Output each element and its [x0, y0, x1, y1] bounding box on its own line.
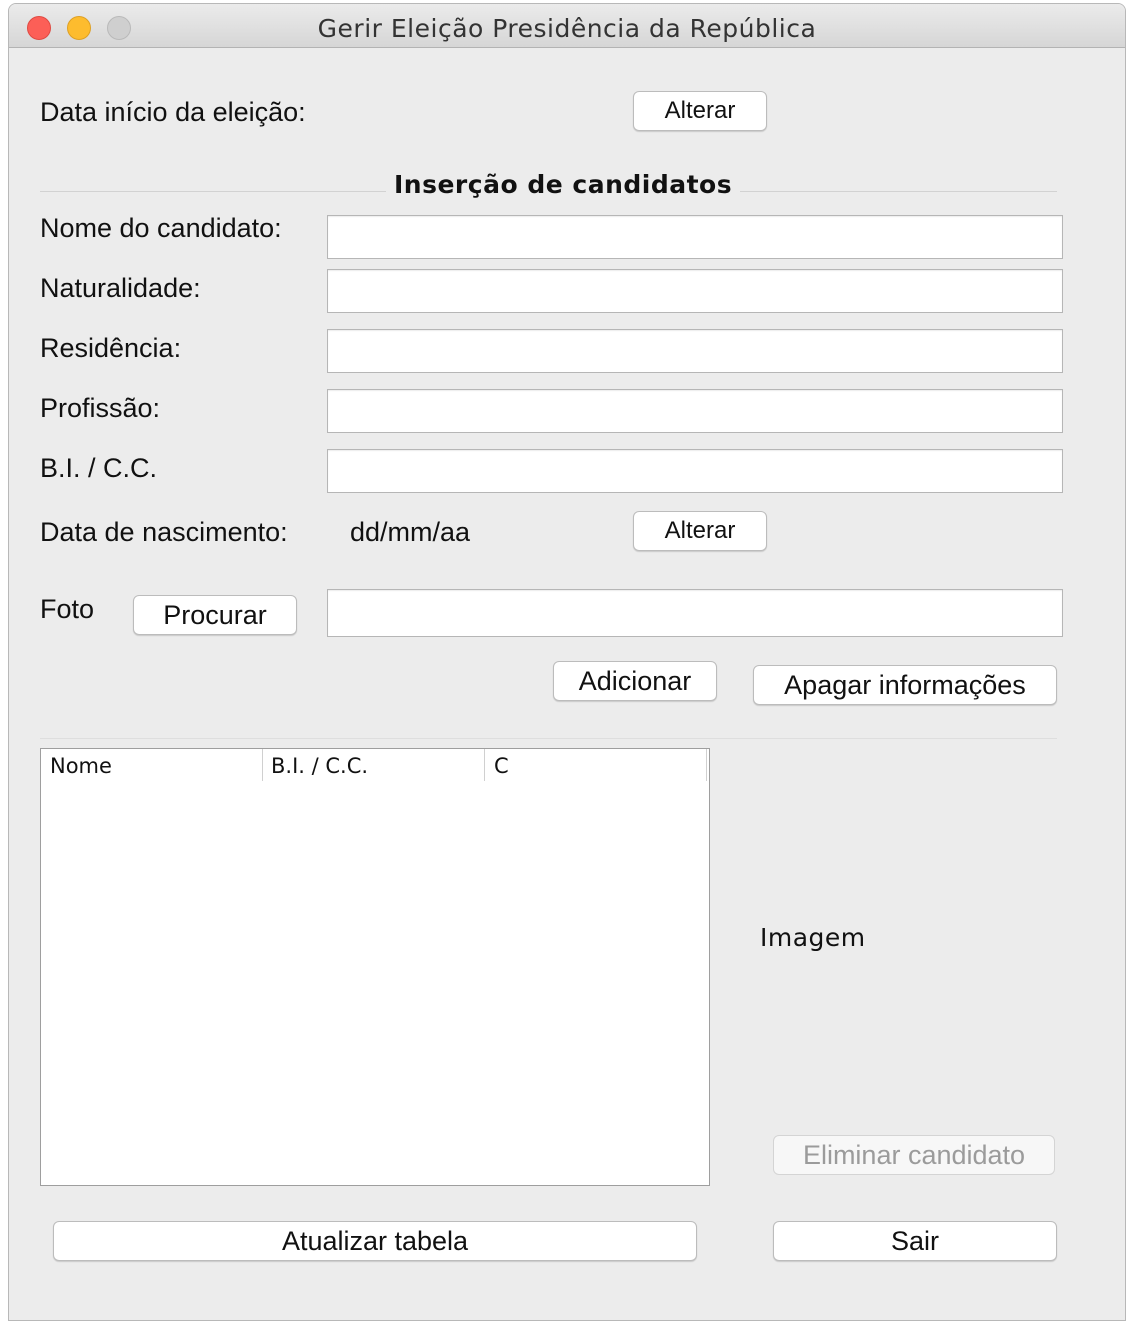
browse-photo-button[interactable]: Procurar [133, 595, 297, 635]
refresh-table-button[interactable]: Atualizar tabela [53, 1221, 697, 1261]
residence-input[interactable] [327, 329, 1063, 373]
profession-input[interactable] [327, 389, 1063, 433]
form-separator [40, 738, 1057, 739]
image-placeholder: Imagem [760, 923, 866, 952]
profession-label: Profissão: [40, 393, 161, 423]
residence-label: Residência: [40, 333, 182, 363]
section-title: Inserção de candidatos [386, 170, 741, 199]
photo-path-input[interactable] [327, 589, 1063, 637]
change-birthdate-button[interactable]: Alterar [633, 511, 767, 551]
election-start-label: Data início da eleição: [40, 97, 306, 127]
window-title: Gerir Eleição Presidência da República [317, 14, 817, 43]
clear-info-button[interactable]: Apagar informações [753, 665, 1057, 705]
title-bar: Gerir Eleição Presidência da República [9, 4, 1125, 48]
candidate-name-input[interactable] [327, 215, 1063, 259]
birthplace-label: Naturalidade: [40, 273, 201, 303]
exit-button[interactable]: Sair [773, 1221, 1057, 1261]
column-header-name[interactable]: Nome [41, 749, 263, 781]
id-card-input[interactable] [327, 449, 1063, 493]
change-election-date-button[interactable]: Alterar [633, 91, 767, 131]
candidate-name-label: Nome do candidato: [40, 213, 282, 243]
birthdate-label: Data de nascimento: [40, 517, 288, 547]
id-card-label: B.I. / C.C. [40, 453, 158, 483]
column-header-id[interactable]: B.I. / C.C. [262, 749, 485, 781]
candidates-table[interactable]: Nome B.I. / C.C. C [40, 748, 710, 1186]
delete-candidate-button[interactable]: Eliminar candidato [773, 1135, 1055, 1175]
photo-label: Foto [40, 594, 95, 624]
column-header-c[interactable]: C [485, 749, 707, 781]
birthdate-value: dd/mm/aa [350, 517, 471, 547]
add-candidate-button[interactable]: Adicionar [553, 661, 717, 701]
birthplace-input[interactable] [327, 269, 1063, 313]
